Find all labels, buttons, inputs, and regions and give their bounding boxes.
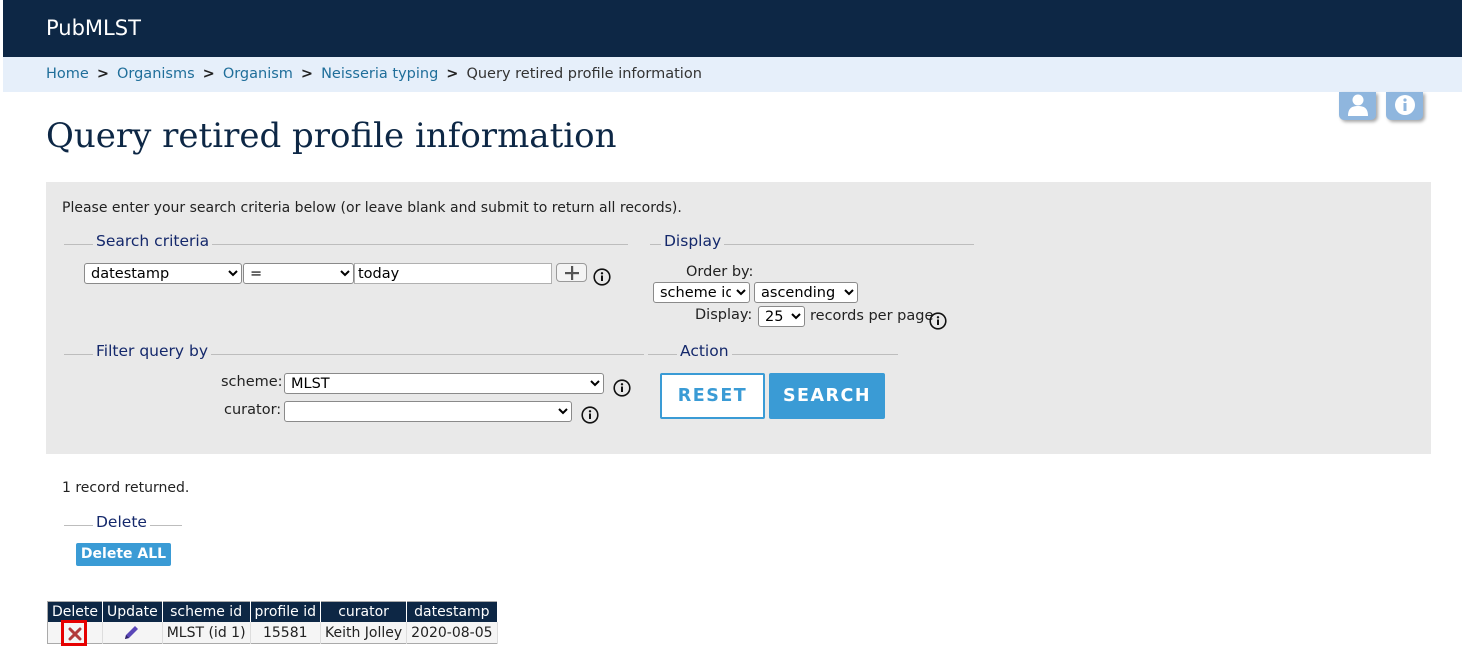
search-value-input[interactable] [354, 263, 552, 284]
column-header-scheme-id[interactable]: scheme id [162, 601, 251, 622]
datestamp-cell: 2020-08-05 [406, 622, 498, 644]
scheme-id-cell: MLST (id 1) [162, 622, 251, 644]
curator-select[interactable] [284, 401, 572, 422]
breadcrumb-current: Query retired profile information [466, 66, 702, 82]
column-header-update: Update [102, 601, 163, 622]
column-header-delete: Delete [47, 601, 103, 622]
reset-button[interactable]: RESET [660, 373, 765, 419]
records-per-page-label: records per page [810, 308, 934, 324]
page-title: Query retired profile information [46, 116, 617, 156]
column-header-profile-id[interactable]: profile id [250, 601, 321, 622]
action-legend: Action [677, 342, 732, 360]
user-tab-button[interactable] [1339, 92, 1376, 120]
breadcrumb-separator: > [202, 66, 215, 82]
curator-label: curator: [224, 402, 282, 418]
info-icon[interactable] [929, 312, 947, 330]
column-header-datestamp[interactable]: datestamp [406, 601, 498, 622]
search-operator-select[interactable]: = [243, 263, 354, 284]
info-icon[interactable] [581, 406, 599, 424]
display-legend: Display [661, 232, 725, 250]
scheme-label: scheme: [221, 374, 283, 390]
results-table: Delete Update scheme id profile id curat… [47, 601, 498, 646]
query-form-panel: Please enter your search criteria below … [46, 182, 1431, 454]
search-field-select[interactable]: datestamp [84, 263, 242, 284]
display-label: Display: [695, 307, 753, 323]
info-tab-button[interactable] [1386, 92, 1423, 120]
column-header-curator[interactable]: curator [320, 601, 408, 622]
info-icon [1394, 95, 1415, 115]
scheme-select[interactable]: MLST [284, 373, 604, 394]
add-criteria-button[interactable] [556, 263, 587, 282]
profile-id-cell: 15581 [250, 622, 321, 644]
update-cell [102, 622, 163, 644]
delete-cell [47, 620, 103, 646]
breadcrumb-separator: > [446, 66, 459, 82]
site-brand[interactable]: PubMLST [46, 16, 141, 40]
delete-icon[interactable] [68, 627, 82, 641]
info-icon[interactable] [593, 268, 611, 286]
table-header-row: Delete Update scheme id profile id curat… [47, 601, 498, 622]
intro-text: Please enter your search criteria below … [62, 200, 682, 216]
delete-all-button[interactable]: Delete ALL [76, 543, 171, 566]
breadcrumb: Home > Organisms > Organism > Neisseria typing… [3, 57, 1462, 92]
plus-icon [564, 266, 579, 280]
delete-legend: Delete [93, 513, 150, 531]
info-icon[interactable] [613, 379, 631, 397]
breadcrumb-separator: > [300, 66, 314, 82]
records-returned-text: 1 record returned. [62, 480, 190, 496]
search-criteria-legend: Search criteria [93, 232, 213, 250]
filter-legend: Filter query by [93, 342, 211, 360]
curator-cell: Keith Jolley [320, 622, 408, 644]
breadcrumb-organism[interactable]: Organism [223, 66, 293, 82]
table-row: MLST (id 1) 15581 Keith Jolley 2020-08-0… [47, 620, 498, 646]
user-icon [1347, 94, 1368, 116]
top-header: PubMLST [3, 0, 1462, 57]
breadcrumb-organisms[interactable]: Organisms [117, 66, 195, 82]
order-direction-select[interactable]: ascending [754, 282, 858, 303]
breadcrumb-neisseria-typing[interactable]: Neisseria typing [321, 66, 438, 82]
breadcrumb-separator: > [96, 66, 109, 82]
records-per-page-select[interactable]: 25 [758, 306, 805, 327]
search-button[interactable]: SEARCH [769, 373, 885, 419]
order-by-select[interactable]: scheme id [653, 282, 750, 303]
breadcrumb-home[interactable]: Home [46, 66, 89, 82]
order-by-label: Order by: [686, 264, 754, 280]
pencil-icon[interactable] [123, 625, 141, 641]
